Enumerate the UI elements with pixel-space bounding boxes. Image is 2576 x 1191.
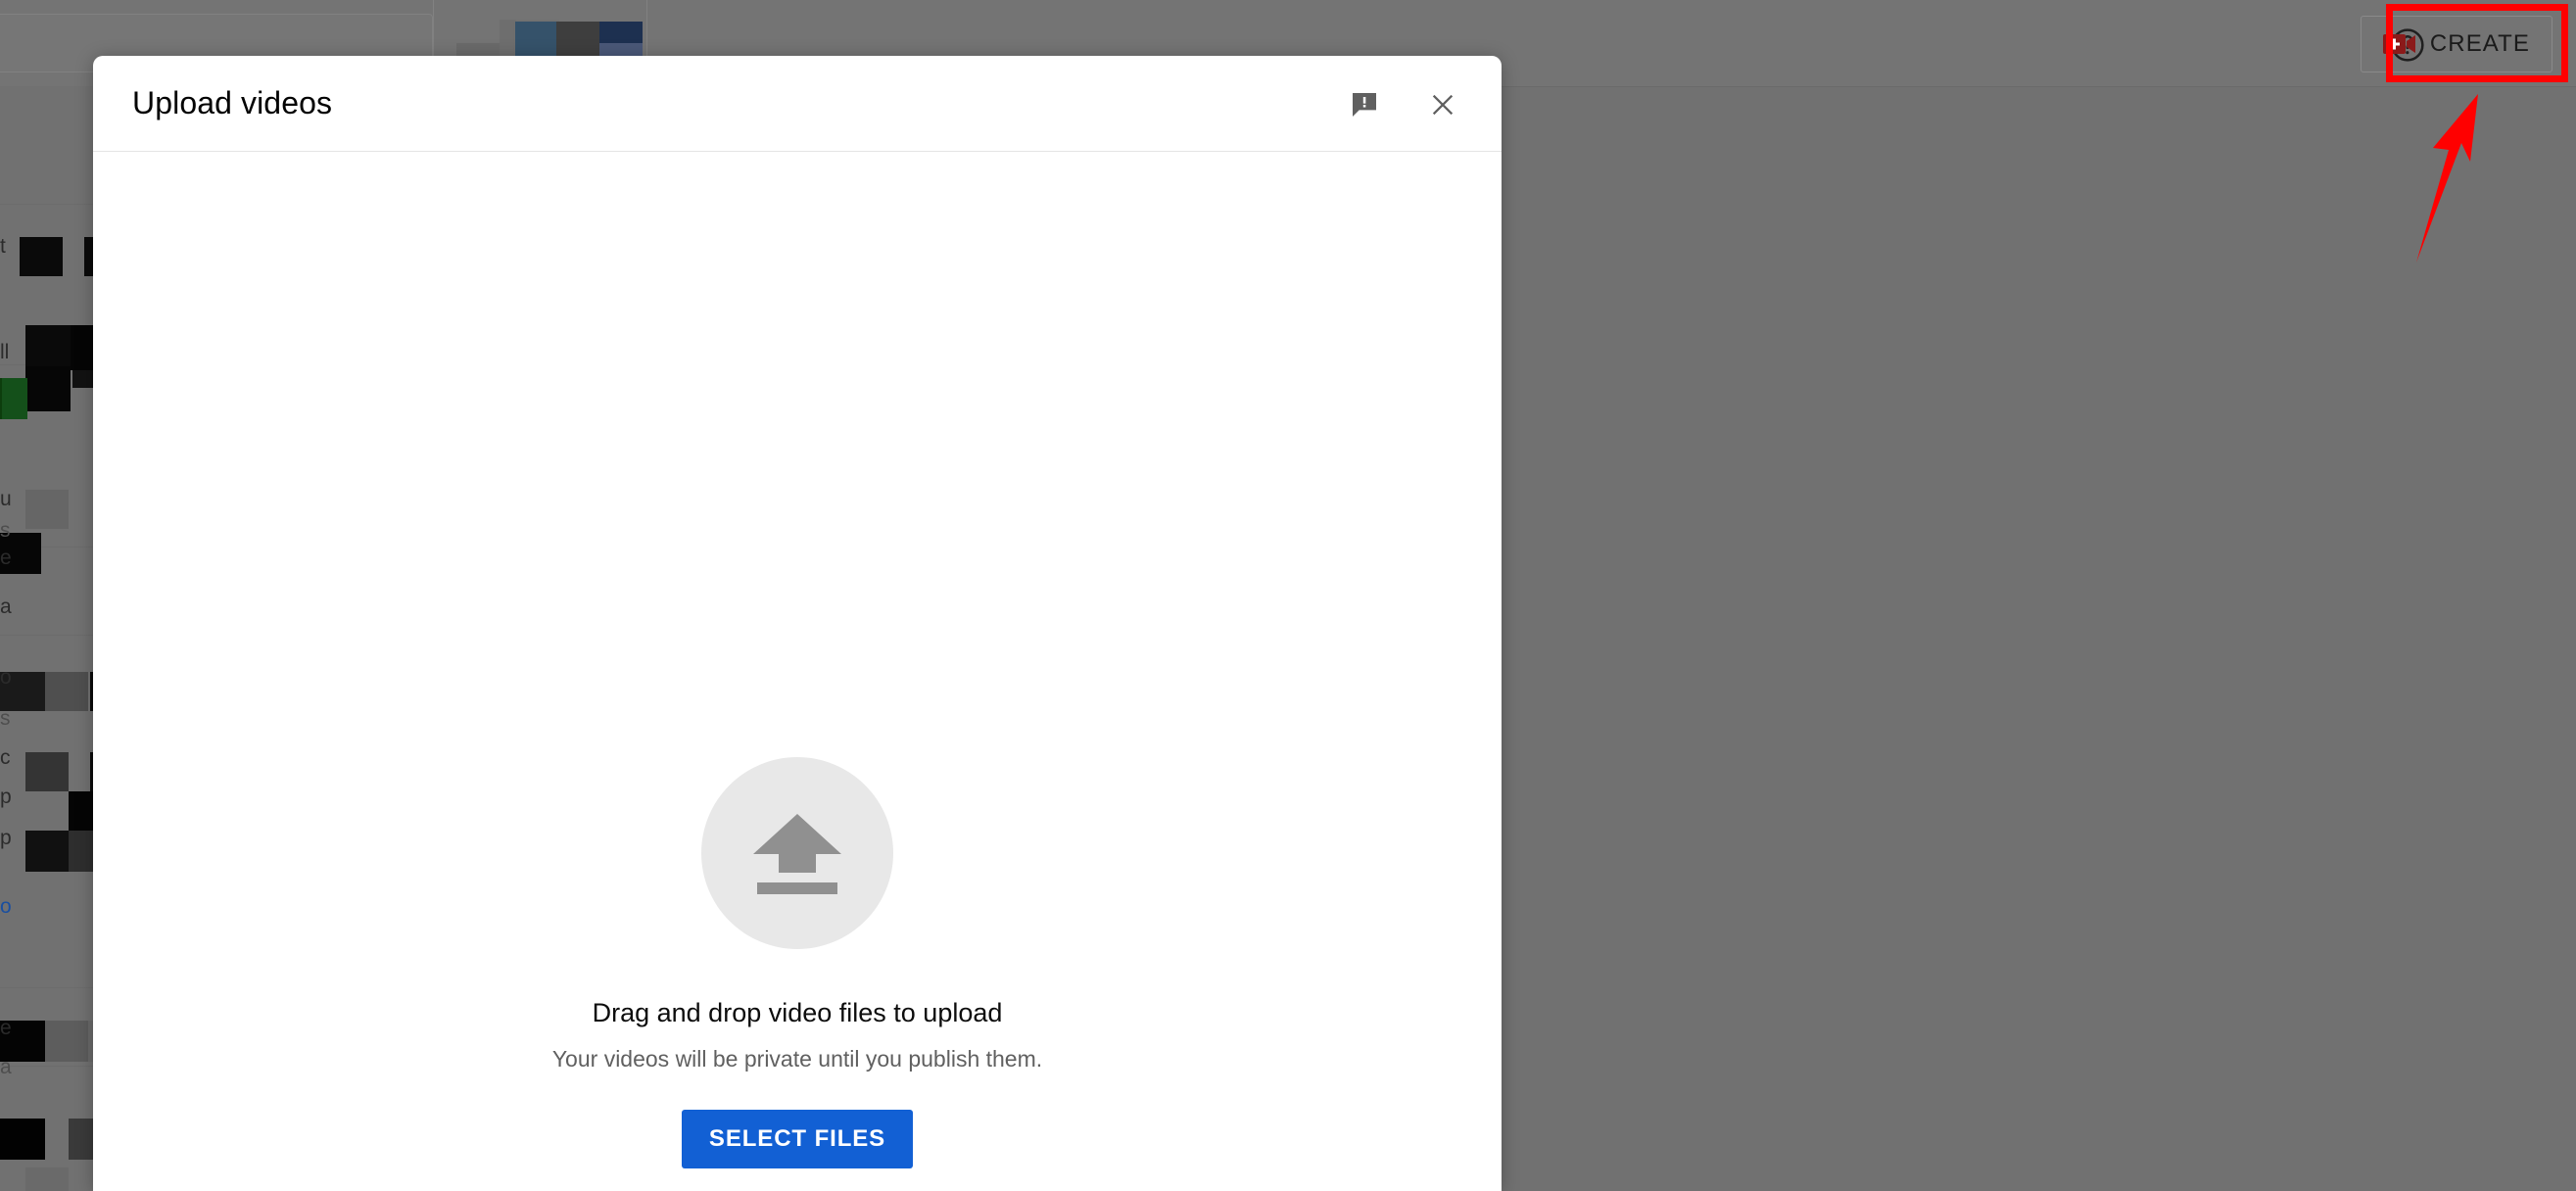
backdrop-text: o <box>0 895 12 918</box>
censored-block <box>25 1167 69 1191</box>
backdrop-text: t <box>0 235 6 258</box>
create-button-label: CREATE <box>2429 30 2530 57</box>
censored-block <box>25 325 71 370</box>
backdrop-text: o <box>0 666 12 689</box>
upload-arrow-icon <box>753 814 841 894</box>
close-icon <box>1432 94 1454 116</box>
backdrop-text: e <box>0 1017 12 1039</box>
censored-block <box>20 237 63 276</box>
backdrop-text: e <box>0 547 12 569</box>
censored-block <box>45 1021 88 1062</box>
dropzone-primary-text: Drag and drop video files to upload <box>592 998 1003 1027</box>
censored-block <box>25 366 71 411</box>
feedback-icon <box>1353 93 1376 117</box>
censored-block <box>25 490 69 529</box>
dialog-body: Drag and drop video files to upload Your… <box>93 152 1502 1191</box>
dialog-header: Upload videos <box>93 56 1502 152</box>
backdrop-text: ll <box>0 341 10 363</box>
censored-block <box>45 672 88 711</box>
upload-icon-circle <box>701 757 893 949</box>
backdrop-text: s <box>0 519 11 542</box>
upload-videos-dialog: Upload videos Drag and drop video files <box>93 56 1502 1191</box>
backdrop-text: c <box>0 746 11 769</box>
backdrop-text: a <box>0 596 12 618</box>
dropzone-secondary-text: Your videos will be private until you pu… <box>551 1046 1043 1072</box>
create-button[interactable]: CREATE <box>2360 16 2552 72</box>
backdrop-text: s <box>0 707 11 730</box>
backdrop-text: u <box>0 488 12 510</box>
backdrop-text: a <box>0 1056 12 1078</box>
censored-block <box>0 1119 45 1160</box>
censored-block <box>25 831 69 872</box>
video-camera-plus-icon <box>2382 34 2415 54</box>
backdrop-text: p <box>0 786 12 808</box>
feedback-button[interactable] <box>1345 85 1384 124</box>
file-dropzone[interactable]: Drag and drop video files to upload Your… <box>93 757 1502 1168</box>
dialog-title: Upload videos <box>132 85 333 120</box>
select-files-button[interactable]: SELECT FILES <box>681 1110 914 1168</box>
close-button[interactable] <box>1423 85 1462 124</box>
censored-block <box>25 752 69 791</box>
censored-block <box>2 378 27 419</box>
backdrop-text: p <box>0 827 12 849</box>
